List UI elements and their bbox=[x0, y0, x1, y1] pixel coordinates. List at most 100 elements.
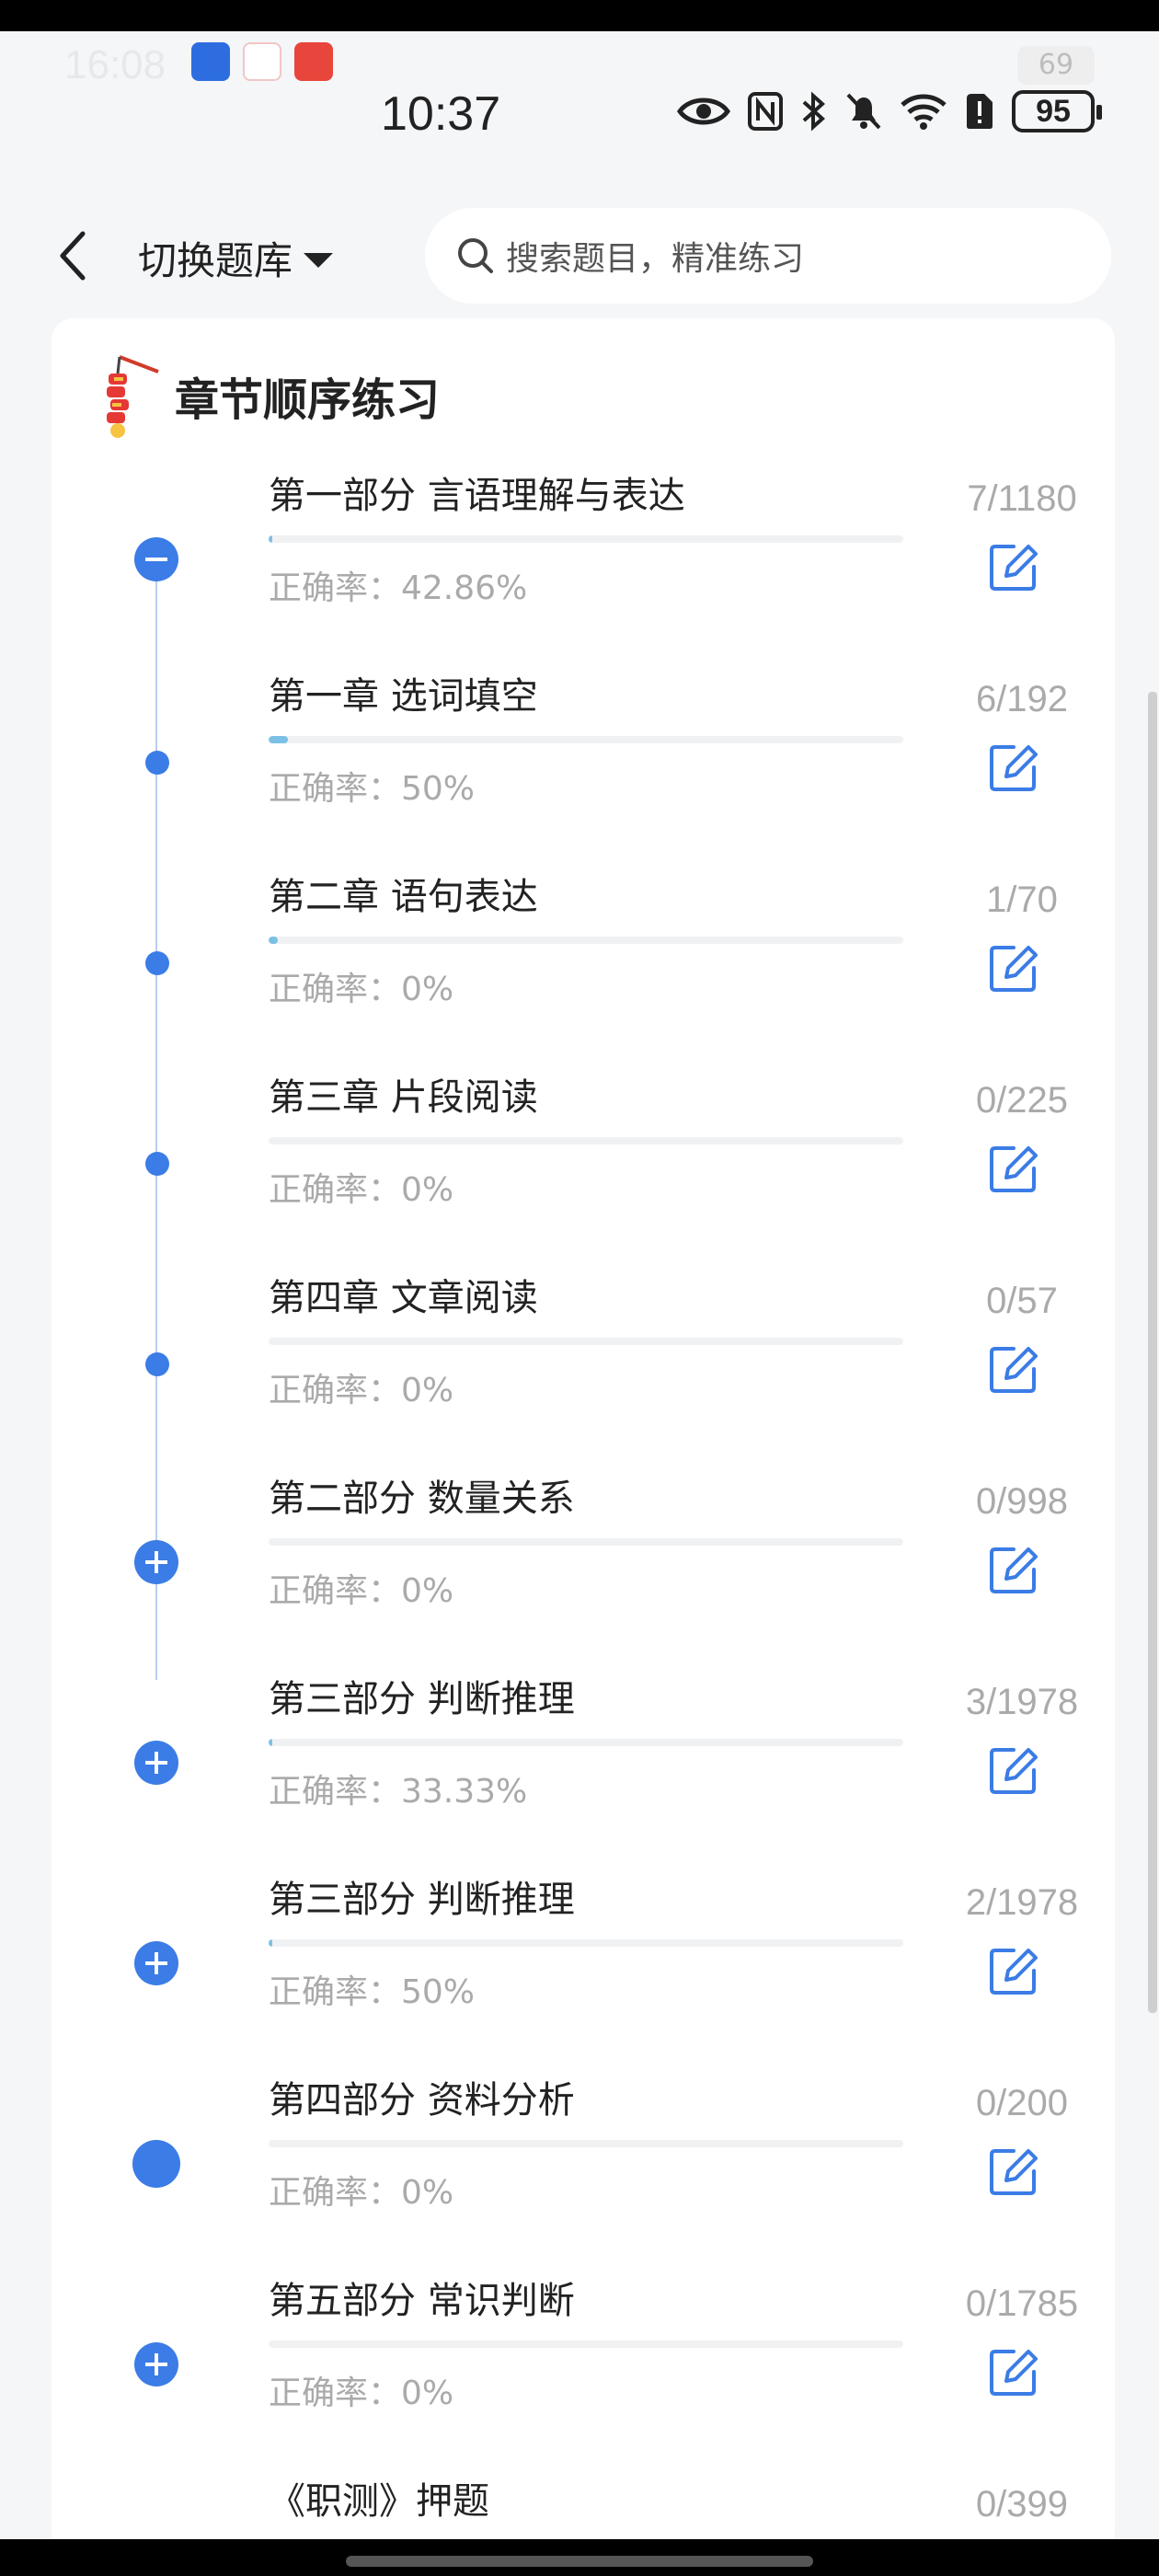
back-icon[interactable] bbox=[52, 226, 92, 285]
question-count: 0/1785 bbox=[965, 2283, 1079, 2324]
collapse-icon[interactable] bbox=[134, 537, 178, 581]
question-count: 0/998 bbox=[975, 1481, 1069, 1522]
app-icon bbox=[243, 42, 281, 81]
chapter-row[interactable]: 第一章 选词填空 正确率：50% 6/192 bbox=[52, 666, 1115, 867]
wifi-icon bbox=[901, 94, 947, 130]
scrollbar[interactable] bbox=[1148, 692, 1157, 2013]
timeline-dot bbox=[145, 1152, 169, 1176]
progress-bar bbox=[269, 535, 903, 543]
accuracy-text: 正确率：0% bbox=[269, 971, 454, 1008]
chapter-title: 第四章 文章阅读 bbox=[269, 1277, 538, 1319]
edit-icon[interactable] bbox=[986, 1141, 1041, 1196]
progress-fill bbox=[269, 535, 273, 543]
question-count: 0/225 bbox=[975, 1080, 1069, 1121]
chapter-title: 第四部分 资料分析 bbox=[269, 2079, 575, 2122]
section-title: 章节顺序练习 bbox=[175, 374, 441, 426]
progress-bar bbox=[269, 2140, 903, 2147]
chapter-row[interactable]: 第三部分 判断推理 正确率：33.33% 3/1978 bbox=[52, 1669, 1115, 1869]
chapter-title: 第二章 语句表达 bbox=[269, 876, 538, 918]
expand-icon[interactable] bbox=[134, 1540, 178, 1584]
timeline-dot bbox=[145, 751, 169, 775]
chapter-row[interactable]: 第三章 片段阅读 正确率：0% 0/225 bbox=[52, 1067, 1115, 1268]
accuracy-text: 正确率：0% bbox=[269, 1372, 454, 1409]
chapter-row[interactable]: 第四部分 资料分析正确率：0% 0/200 bbox=[52, 2070, 1115, 2271]
switch-bank-label: 切换题库 bbox=[138, 238, 293, 283]
chapter-row[interactable]: 第一部分 言语理解与表达正确率：42.86% 7/1180 bbox=[52, 466, 1115, 666]
ghost-battery: 69 bbox=[1017, 46, 1095, 85]
status-bar: 16:08 69 10:37 95 bbox=[0, 31, 1159, 193]
chapter-title: 第三部分 判断推理 bbox=[269, 1678, 575, 1720]
edit-icon[interactable] bbox=[986, 2144, 1041, 2199]
expand-icon[interactable] bbox=[134, 1741, 178, 1785]
progress-bar bbox=[269, 1939, 903, 1947]
progress-bar bbox=[269, 1538, 903, 1546]
question-count: 2/1978 bbox=[965, 1882, 1079, 1923]
edit-icon[interactable] bbox=[986, 2344, 1041, 2399]
timeline-dot bbox=[145, 951, 169, 975]
chapter-row[interactable]: 第二部分 数量关系正确率：0% 0/998 bbox=[52, 1468, 1115, 1669]
progress-bar bbox=[269, 1137, 903, 1144]
header: 切换题库 搜索题目，精准练习 bbox=[0, 193, 1159, 318]
progress-fill bbox=[269, 937, 278, 944]
progress-bar bbox=[269, 937, 903, 944]
edit-icon[interactable] bbox=[986, 940, 1041, 995]
timeline-dot bbox=[145, 1352, 169, 1376]
chapter-title: 第二部分 数量关系 bbox=[269, 1478, 575, 1520]
status-time: 10:37 bbox=[381, 87, 501, 141]
battery-icon: 95 bbox=[1012, 90, 1102, 132]
question-count: 0/200 bbox=[975, 2083, 1069, 2123]
app-icon bbox=[191, 42, 230, 81]
chapter-row[interactable]: 第三部分 判断推理正确率：50% 2/1978 bbox=[52, 1869, 1115, 2070]
nfc-icon bbox=[748, 92, 783, 131]
question-count: 1/70 bbox=[986, 880, 1058, 920]
accuracy-text: 正确率：0% bbox=[269, 2375, 454, 2412]
accuracy-text: 正确率：50% bbox=[269, 770, 476, 808]
edit-icon[interactable] bbox=[986, 1341, 1041, 1397]
bluetooth-icon bbox=[802, 91, 825, 132]
home-indicator[interactable] bbox=[346, 2556, 813, 2567]
edit-icon[interactable] bbox=[986, 1742, 1041, 1798]
progress-fill bbox=[269, 736, 289, 743]
question-count: 0/57 bbox=[986, 1281, 1058, 1321]
accuracy-text: 正确率：0% bbox=[269, 2174, 454, 2212]
chapter-row[interactable]: 第四章 文章阅读正确率：0% 0/57 bbox=[52, 1268, 1115, 1468]
edit-icon[interactable] bbox=[986, 1542, 1041, 1597]
search-input[interactable]: 搜索题目，精准练习 bbox=[425, 208, 1111, 304]
accuracy-text: 正确率：42.86% bbox=[269, 569, 528, 607]
timeline-node[interactable] bbox=[132, 2140, 180, 2188]
eye-icon bbox=[677, 98, 730, 125]
chapter-row[interactable]: 第二章 语句表达正确率：0% 1/70 bbox=[52, 867, 1115, 1067]
accuracy-text: 正确率：0% bbox=[269, 1171, 454, 1209]
accuracy-text: 正确率：0% bbox=[269, 1572, 454, 1610]
edit-icon[interactable] bbox=[986, 539, 1041, 594]
progress-bar bbox=[269, 1739, 903, 1746]
expand-icon[interactable] bbox=[134, 1941, 178, 1985]
edit-icon[interactable] bbox=[986, 740, 1041, 795]
ghost-app-icons bbox=[191, 42, 333, 81]
chapter-title: 第五部分 常识判断 bbox=[269, 2280, 575, 2322]
search-icon bbox=[458, 238, 493, 273]
firecracker-icon bbox=[107, 355, 159, 438]
progress-fill bbox=[269, 1739, 272, 1746]
accuracy-text: 正确率：50% bbox=[269, 1973, 476, 2011]
expand-icon[interactable] bbox=[134, 2342, 178, 2386]
chapter-row[interactable]: 第五部分 常识判断正确率：0% 0/1785 bbox=[52, 2271, 1115, 2471]
progress-bar bbox=[269, 736, 903, 743]
switch-bank-button[interactable]: 切换题库 bbox=[138, 230, 334, 286]
edit-icon[interactable] bbox=[986, 1943, 1041, 1998]
search-placeholder: 搜索题目，精准练习 bbox=[506, 240, 805, 278]
chapter-title: 第一章 选词填空 bbox=[269, 675, 538, 718]
question-count: 0/399 bbox=[975, 2484, 1069, 2524]
caret-down-icon bbox=[304, 252, 334, 268]
section-header: 章节顺序练习 bbox=[101, 350, 440, 442]
question-count: 3/1978 bbox=[965, 1682, 1079, 1722]
question-count: 7/1180 bbox=[967, 478, 1077, 519]
progress-bar bbox=[269, 2340, 903, 2348]
progress-fill bbox=[269, 1939, 272, 1947]
chapter-title: 《职测》押题 bbox=[269, 2480, 489, 2523]
mute-bell-icon bbox=[846, 93, 881, 130]
sim-alert-icon bbox=[967, 94, 993, 129]
top-system-bar bbox=[0, 0, 1159, 31]
chapter-title: 第一部分 言语理解与表达 bbox=[269, 475, 685, 517]
chapter-title: 第三部分 判断推理 bbox=[269, 1879, 575, 1921]
